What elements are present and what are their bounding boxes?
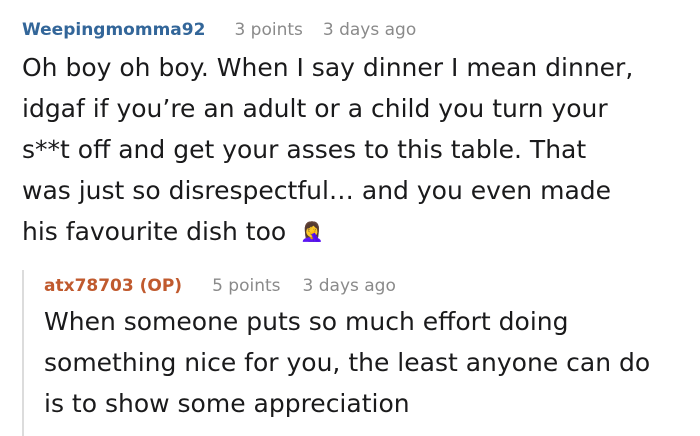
comment-author-op[interactable]: atx78703 (OP) (44, 274, 182, 298)
comment-meta: Weepingmomma92 3 points 3 days ago (22, 18, 692, 42)
comment-timestamp: 3 days ago (322, 20, 417, 40)
comment-meta: atx78703 (OP) 5 points 3 days ago (44, 274, 694, 298)
comment-body: When someone puts so much effort doing s… (44, 301, 694, 424)
comment-line: was just so disrespectful… and you even … (22, 176, 612, 205)
comment-weepingmomma92: Weepingmomma92 3 points 3 days ago Oh bo… (22, 18, 692, 253)
comment-line: is to show some appreciation (44, 389, 410, 418)
woman-facepalming-icon: 🤦‍♀️ (300, 221, 324, 243)
comment-points: 5 points (212, 276, 281, 296)
comment-line: Oh boy oh boy. When I say dinner I mean … (22, 53, 634, 82)
reply-thread-line[interactable] (22, 270, 24, 436)
comment-timestamp: 3 days ago (302, 276, 396, 296)
comment-atx78703-reply: atx78703 (OP) 5 points 3 days ago When s… (44, 274, 694, 424)
comment-line: idgaf if you’re an adult or a child you … (22, 94, 608, 123)
comment-author[interactable]: Weepingmomma92 (22, 18, 205, 42)
comment-line: something nice for you, the least anyone… (44, 348, 651, 377)
comment-line-last: his favourite dish too 🤦‍♀️ (22, 211, 692, 253)
comment-line: s**t off and get your asses to this tabl… (22, 135, 587, 164)
comment-line: When someone puts so much effort doing (44, 307, 569, 336)
comment-body: Oh boy oh boy. When I say dinner I mean … (22, 47, 692, 253)
comment-line-text: his favourite dish too (22, 217, 287, 246)
comment-points: 3 points (234, 20, 303, 40)
